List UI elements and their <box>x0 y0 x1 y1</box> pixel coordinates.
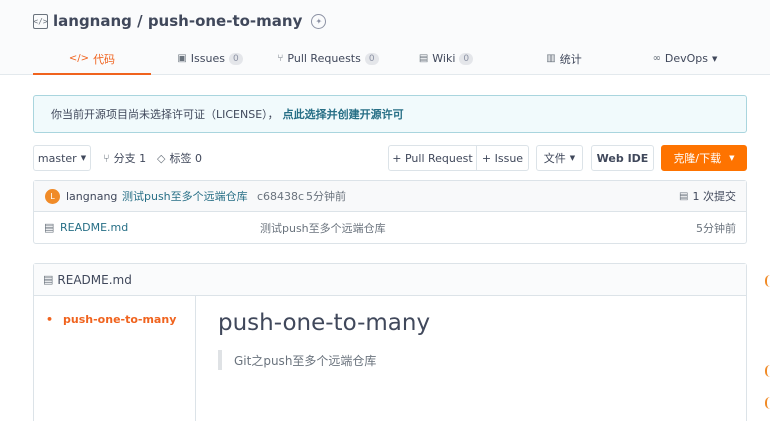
tab-code[interactable]: </> 代码 <box>33 42 151 75</box>
commit-time: 5分钟前 <box>306 190 346 203</box>
repo-tabs: </> 代码 ▣ Issues 0 ⑂ Pull Requests 0 ▤ Wi… <box>33 42 747 75</box>
readme-header: ▤ README.md <box>34 264 746 296</box>
repo-name[interactable]: langnang / push-one-to-many <box>53 12 302 30</box>
readme-quote: Git之push至多个远端仓库 <box>218 350 376 370</box>
tab-label: DevOps <box>664 52 709 65</box>
web-ide-label: Web IDE <box>596 151 649 165</box>
tab-devops[interactable]: ∞ DevOps ▼ <box>623 42 747 75</box>
file-icon: ▤ <box>44 221 55 234</box>
branch-icon: ⑂ <box>103 151 110 165</box>
tab-label: Wiki <box>432 52 456 65</box>
tab-label: 代码 <box>93 52 116 66</box>
repo-title: </> langnang / push-one-to-many ✦ <box>33 10 327 32</box>
tab-label: 统计 <box>559 52 582 66</box>
create-license-link[interactable]: 点此选择并创建开源许可 <box>283 106 404 122</box>
commit-icon: ▤ <box>679 190 689 202</box>
new-issue-label: + Issue <box>481 151 524 165</box>
tab-wiki[interactable]: ▤ Wiki 0 <box>387 42 505 75</box>
tab-issues[interactable]: ▣ Issues 0 <box>151 42 269 75</box>
devops-icon: ∞ <box>652 53 661 64</box>
commit-count-label: 1 次提交 <box>692 190 737 203</box>
file-time: 5分钟前 <box>696 221 736 235</box>
file-list: L langnang 测试push至多个远端仓库 c68438c 5分钟前 ▤ … <box>33 180 747 244</box>
clone-download-button[interactable]: 克隆/下载 ▼ <box>661 145 747 171</box>
file-name[interactable]: README.md <box>60 221 128 234</box>
repo-icon: </> <box>33 13 48 29</box>
toc-item[interactable]: • push-one-to-many <box>46 313 176 326</box>
branch-select[interactable]: master ▼ <box>33 145 91 171</box>
branches-label: 分支 1 <box>113 152 147 165</box>
wiki-icon: ▤ <box>418 53 429 64</box>
code-icon: </> <box>68 53 90 64</box>
side-widget-icon <box>765 275 770 287</box>
commit-count-link[interactable]: ▤ 1 次提交 <box>679 188 736 204</box>
avatar[interactable]: L <box>45 189 60 204</box>
latest-commit-row: L langnang 测试push至多个远端仓库 c68438c 5分钟前 ▤ … <box>34 181 746 212</box>
tab-count: 0 <box>459 52 474 65</box>
tab-stats[interactable]: ▥ 统计 <box>505 42 623 75</box>
recommended-badge-icon: ✦ <box>311 13 327 29</box>
readme-panel: ▤ README.md • push-one-to-many push-one-t… <box>33 263 747 421</box>
new-pull-request-label: + Pull Request <box>392 151 473 165</box>
stats-icon: ▥ <box>546 53 556 64</box>
tags-link[interactable]: ◇ 标签 0 <box>157 145 202 171</box>
readme-toc: • push-one-to-many <box>34 296 196 421</box>
commit-sha[interactable]: c68438c <box>257 190 304 203</box>
readme-filename: README.md <box>57 272 132 287</box>
file-commit-message[interactable]: 测试push至多个远端仓库 <box>260 220 386 236</box>
tab-pull-requests[interactable]: ⑂ Pull Requests 0 <box>269 42 387 75</box>
tab-count: 0 <box>364 52 379 65</box>
list-item: ▤ README.md 测试push至多个远端仓库 5分钟前 <box>34 212 746 243</box>
tab-label: Pull Requests <box>287 52 361 65</box>
branches-link[interactable]: ⑂ 分支 1 <box>103 145 146 171</box>
file-icon: ▤ <box>43 273 54 286</box>
chevron-down-icon: ▼ <box>712 54 718 63</box>
branch-select-label: master <box>37 151 77 165</box>
chevron-down-icon: ▼ <box>569 154 576 162</box>
new-issue-button[interactable]: + Issue <box>476 145 529 171</box>
tab-count: 0 <box>228 52 243 65</box>
file-menu-button[interactable]: 文件 ▼ <box>536 145 583 171</box>
web-ide-button[interactable]: Web IDE <box>591 145 654 171</box>
side-widget-icon <box>765 365 770 377</box>
side-widget-icon <box>765 397 770 409</box>
repo-header: </> langnang / push-one-to-many ✦ </> 代码… <box>0 0 770 75</box>
chevron-down-icon: ▼ <box>729 154 735 162</box>
license-notice: 你当前开源项目尚未选择许可证（LICENSE）， 点此选择并创建开源许可 <box>33 95 747 133</box>
clone-download-label: 克隆/下载 <box>673 152 722 165</box>
commit-author[interactable]: langnang <box>66 190 117 203</box>
new-pull-request-button[interactable]: + Pull Request <box>388 145 477 171</box>
commit-message[interactable]: 测试push至多个远端仓库 <box>122 188 248 204</box>
issues-icon: ▣ <box>177 53 187 64</box>
tag-icon: ◇ <box>157 151 166 165</box>
chevron-down-icon: ▼ <box>80 154 87 162</box>
repo-toolbar: master ▼ ⑂ 分支 1 ◇ 标签 0 + Pull Request + … <box>33 145 747 171</box>
tags-label: 标签 0 <box>169 152 202 165</box>
tab-label: Issues <box>190 52 225 65</box>
license-notice-text: 你当前开源项目尚未选择许可证（LICENSE）， <box>51 108 279 121</box>
toc-item-label: push-one-to-many <box>63 313 177 326</box>
file-menu-label: 文件 <box>543 152 566 165</box>
bullet-icon: • <box>46 313 54 326</box>
readme-title: push-one-to-many <box>218 310 431 336</box>
pull-request-icon: ⑂ <box>277 53 284 64</box>
